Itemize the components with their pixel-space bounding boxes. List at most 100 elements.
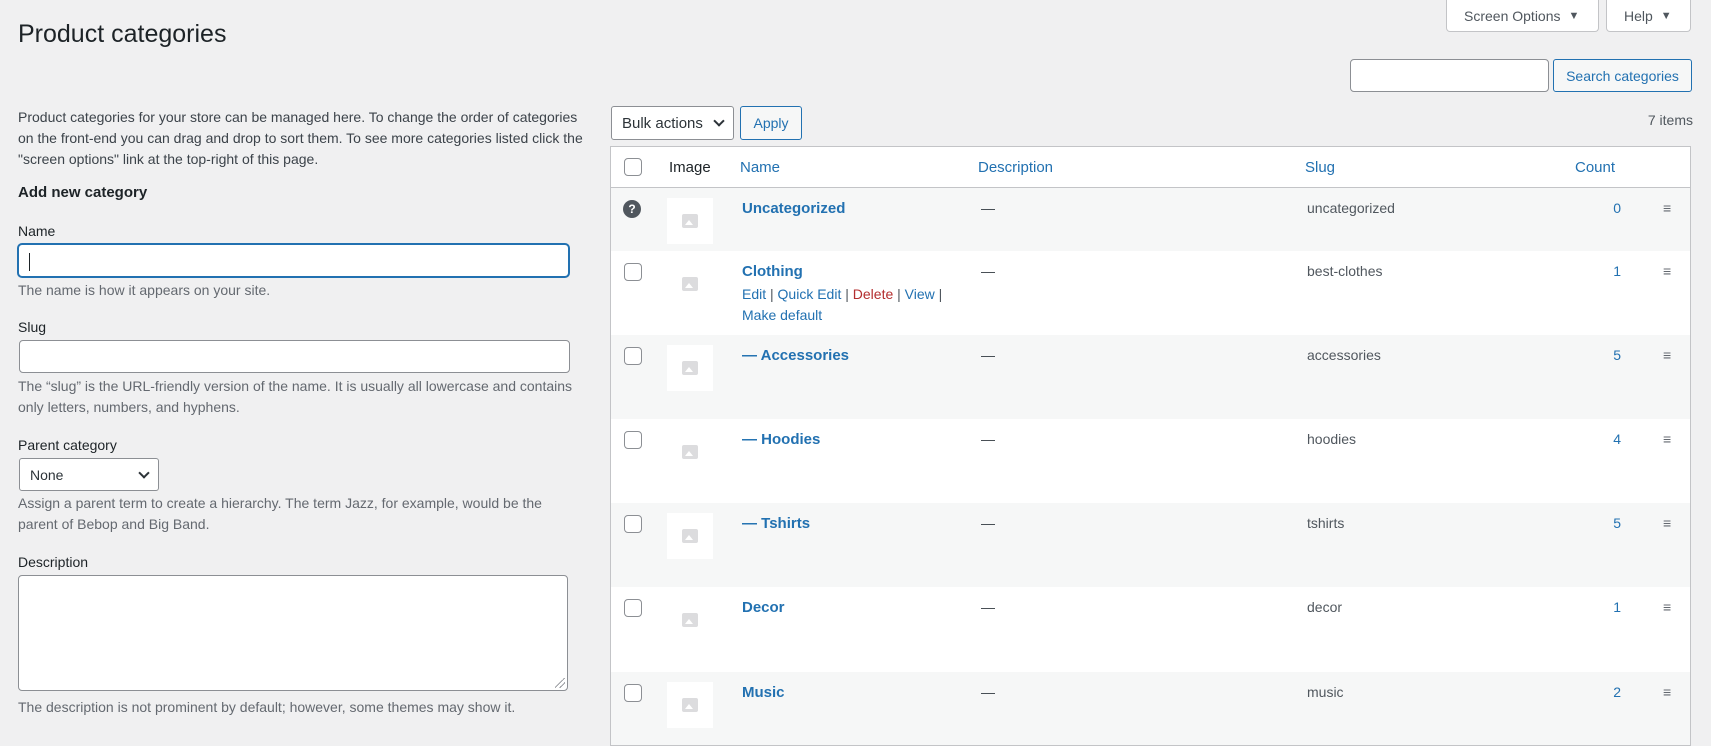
category-count-link[interactable]: 4	[1601, 431, 1621, 447]
drag-handle-icon[interactable]: ≡	[1663, 599, 1671, 615]
category-description: —	[981, 599, 995, 615]
category-name-link[interactable]: Uncategorized	[742, 200, 845, 217]
row-checkbox[interactable]	[624, 599, 642, 617]
drag-handle-icon[interactable]: ≡	[1663, 431, 1671, 447]
parent-category-help: Assign a parent term to create a hierarc…	[18, 495, 542, 532]
screen-options-label: Screen Options	[1464, 7, 1561, 24]
bulk-actions-label: Bulk actions	[622, 114, 703, 132]
quick-edit-link[interactable]: Quick Edit	[778, 286, 842, 302]
table-row: Decor — decor 1 ≡	[611, 587, 1690, 672]
chevron-down-icon	[138, 466, 150, 479]
category-name-link[interactable]: — Hoodies	[742, 431, 820, 448]
text-caret	[29, 253, 30, 271]
parent-category-value: None	[30, 466, 64, 483]
select-all-checkbox[interactable]	[624, 158, 642, 176]
image-placeholder-icon	[667, 198, 713, 244]
category-name-link[interactable]: — Accessories	[742, 347, 849, 364]
search-input[interactable]	[1350, 59, 1549, 92]
category-description: —	[981, 200, 995, 216]
category-name-link[interactable]: Clothing	[742, 263, 803, 280]
image-placeholder-icon	[667, 261, 713, 307]
image-placeholder-icon	[667, 597, 713, 643]
help-icon[interactable]: ?	[623, 200, 641, 218]
category-slug: tshirts	[1307, 515, 1345, 531]
separator: |	[938, 286, 943, 302]
description-label: Description	[18, 554, 89, 570]
name-field[interactable]	[18, 244, 569, 277]
slug-label: Slug	[18, 319, 47, 335]
table-row: — Tshirts — tshirts 5 ≡	[611, 503, 1690, 587]
category-name-link[interactable]: Decor	[742, 599, 785, 616]
categories-table: Image Name Description Slug Count ? Unca…	[610, 146, 1691, 746]
page-title: Product categories	[18, 20, 227, 48]
bulk-actions-select[interactable]: Bulk actions	[611, 106, 734, 140]
row-checkbox[interactable]	[624, 684, 642, 702]
description-help: The description is not prominent by defa…	[18, 699, 516, 715]
category-slug: best-clothes	[1307, 263, 1383, 279]
column-description[interactable]: Description	[978, 159, 1053, 176]
category-count-link[interactable]: 5	[1601, 347, 1621, 363]
intro-text: Product categories for your store can be…	[18, 109, 583, 167]
drag-handle-icon[interactable]: ≡	[1663, 684, 1671, 700]
category-count-link[interactable]: 1	[1601, 599, 1621, 615]
category-description: —	[981, 431, 995, 447]
category-count-link[interactable]: 1	[1601, 263, 1621, 279]
category-description: —	[981, 347, 995, 363]
category-description: —	[981, 684, 995, 700]
parent-category-select[interactable]: None	[19, 458, 159, 491]
table-row: ? Uncategorized — uncategorized 0 ≡	[611, 188, 1690, 251]
image-placeholder-icon	[667, 345, 713, 391]
table-row: — Hoodies — hoodies 4 ≡	[611, 419, 1690, 503]
row-checkbox[interactable]	[624, 431, 642, 449]
caret-down-icon: ▼	[1568, 9, 1580, 22]
column-count[interactable]: Count	[1575, 159, 1615, 176]
separator: |	[770, 286, 774, 302]
separator: |	[845, 286, 849, 302]
separator: |	[897, 286, 901, 302]
delete-link[interactable]: Delete	[853, 286, 893, 302]
image-placeholder-icon	[667, 429, 713, 475]
caret-down-icon: ▼	[1660, 9, 1672, 22]
row-actions: Edit | Quick Edit | Delete | View | Make…	[742, 284, 962, 326]
category-slug: uncategorized	[1307, 200, 1395, 216]
image-placeholder-icon	[667, 682, 713, 728]
slug-field[interactable]	[19, 340, 570, 373]
category-count-link[interactable]: 2	[1601, 684, 1621, 700]
category-slug: music	[1307, 684, 1344, 700]
row-checkbox[interactable]	[624, 515, 642, 533]
category-slug: hoodies	[1307, 431, 1357, 447]
make-default-link[interactable]: Make default	[742, 307, 822, 323]
row-checkbox[interactable]	[624, 263, 642, 281]
row-checkbox[interactable]	[624, 347, 642, 365]
category-description: —	[981, 263, 995, 279]
help-label: Help	[1624, 7, 1653, 24]
drag-handle-icon[interactable]: ≡	[1663, 200, 1671, 216]
drag-handle-icon[interactable]: ≡	[1663, 347, 1671, 363]
image-placeholder-icon	[667, 513, 713, 559]
apply-button[interactable]: Apply	[740, 106, 802, 140]
table-row: Clothing Edit | Quick Edit | Delete | Vi…	[611, 251, 1690, 335]
description-textarea[interactable]	[18, 575, 568, 691]
category-count-link[interactable]: 0	[1601, 200, 1621, 216]
category-count-link[interactable]: 5	[1601, 515, 1621, 531]
column-slug[interactable]: Slug	[1305, 159, 1335, 176]
resize-handle-icon[interactable]	[555, 678, 565, 688]
column-image: Image	[669, 159, 711, 176]
search-categories-button[interactable]: Search categories	[1553, 59, 1692, 92]
table-row: — Accessories — accessories 5 ≡	[611, 335, 1690, 419]
drag-handle-icon[interactable]: ≡	[1663, 515, 1671, 531]
category-name-link[interactable]: — Tshirts	[742, 515, 810, 532]
add-new-category-heading: Add new category	[18, 184, 148, 201]
name-label: Name	[18, 223, 56, 239]
category-slug: decor	[1307, 599, 1343, 615]
table-header: Image Name Description Slug Count	[611, 147, 1690, 188]
items-count: 7 items	[1647, 112, 1693, 128]
category-name-link[interactable]: Music	[742, 684, 785, 701]
screen-options-button[interactable]: Screen Options ▼	[1446, 0, 1599, 32]
view-link[interactable]: View	[905, 286, 935, 302]
edit-link[interactable]: Edit	[742, 286, 766, 302]
parent-category-label: Parent category	[18, 437, 117, 453]
drag-handle-icon[interactable]: ≡	[1663, 263, 1671, 279]
column-name[interactable]: Name	[740, 159, 780, 176]
help-button[interactable]: Help ▼	[1606, 0, 1691, 32]
